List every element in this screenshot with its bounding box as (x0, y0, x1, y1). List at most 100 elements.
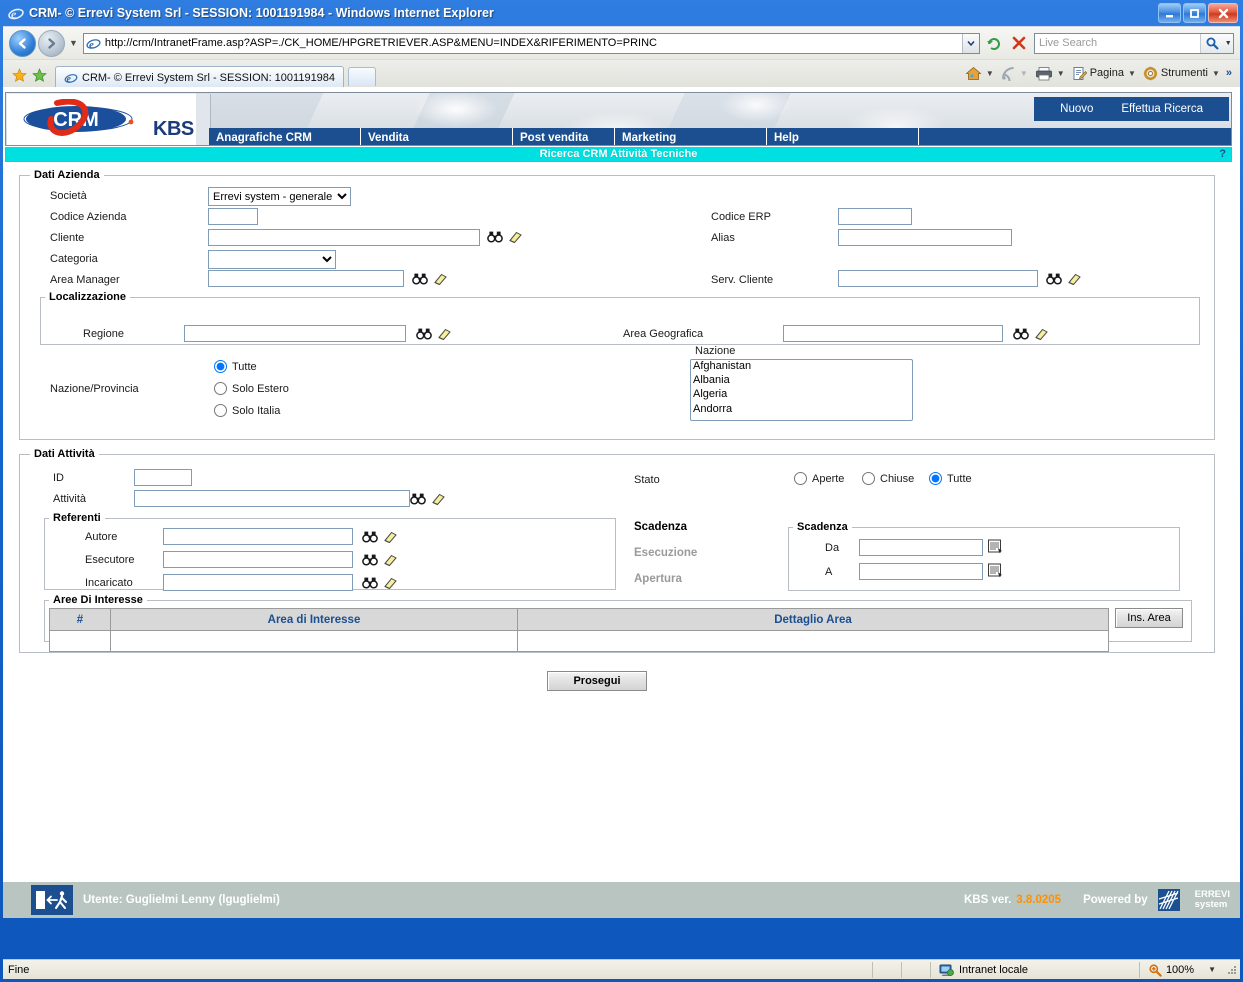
help-icon[interactable]: ? (1219, 148, 1226, 160)
autore-search-icon[interactable] (362, 530, 378, 544)
autore-erase-icon[interactable] (382, 530, 398, 544)
browser-tab[interactable]: e CRM- © Errevi System Srl - SESSION: 10… (55, 66, 345, 88)
tools-dropdown-icon[interactable]: ▼ (1212, 69, 1220, 78)
menu-item-anagrafiche-crm[interactable]: Anagrafiche CRM (209, 128, 361, 145)
attivita-search-icon[interactable] (410, 492, 426, 506)
serv-cliente-input[interactable] (838, 270, 1038, 287)
incaricato-input[interactable] (163, 574, 353, 591)
area-manager-erase-icon[interactable] (432, 272, 448, 286)
societa-select[interactable]: Errevi system - generale (208, 187, 351, 206)
radio-nazione-solo-estero[interactable]: Solo Estero (214, 382, 289, 395)
maximize-icon[interactable] (1183, 3, 1206, 23)
zoom-dropdown-icon[interactable]: ▼ (1208, 965, 1216, 974)
scadenza-a-calendar-icon[interactable] (987, 562, 1002, 578)
area-geografica-erase-icon[interactable] (1033, 327, 1049, 341)
menu-item-help[interactable]: Help (767, 128, 919, 145)
stop-button[interactable] (1008, 32, 1030, 54)
nuovo-button[interactable]: Nuovo (1046, 103, 1107, 115)
home-button[interactable]: ▼ (965, 66, 994, 81)
print-button[interactable]: ▼ (1035, 66, 1065, 81)
date-mode-esecuzione[interactable]: Esecuzione (634, 547, 697, 559)
overflow-chevron-icon[interactable]: » (1226, 67, 1232, 79)
search-input[interactable] (1035, 33, 1201, 53)
minimize-icon[interactable] (1158, 3, 1181, 23)
cliente-input[interactable] (208, 229, 480, 246)
print-dropdown-icon[interactable]: ▼ (1057, 69, 1065, 78)
autore-input[interactable] (163, 528, 353, 545)
codice-azienda-input[interactable] (208, 208, 258, 225)
new-tab-button[interactable] (348, 67, 377, 86)
date-mode-scadenza[interactable]: Scadenza (634, 521, 687, 533)
resize-grip-icon[interactable] (1226, 964, 1238, 976)
categoria-select[interactable] (208, 250, 336, 269)
back-button[interactable] (9, 29, 36, 57)
address-bar[interactable]: e http://crm/IntranetFrame.asp?ASP=./CK_… (82, 32, 980, 54)
table-row[interactable] (49, 630, 1109, 652)
regione-input[interactable] (184, 325, 406, 342)
radio-stato-chiuse[interactable]: Chiuse (862, 472, 914, 485)
area-geografica-input[interactable] (783, 325, 1003, 342)
prosegui-button[interactable]: Prosegui (547, 671, 647, 691)
incaricato-erase-icon[interactable] (382, 576, 398, 590)
page-dropdown-icon[interactable]: ▼ (1128, 69, 1136, 78)
radio-nazione-tutte-input[interactable] (214, 360, 227, 373)
date-mode-apertura[interactable]: Apertura (634, 573, 682, 585)
attivita-input[interactable] (134, 490, 410, 507)
radio-nazione-solo-italia-input[interactable] (214, 404, 227, 417)
codice-erp-input[interactable] (838, 208, 912, 225)
refresh-button[interactable] (983, 32, 1005, 54)
serv-cliente-search-icon[interactable] (1046, 272, 1062, 286)
history-dropdown-icon[interactable]: ▼ (69, 38, 78, 48)
ins-area-button[interactable]: Ins. Area (1115, 608, 1183, 628)
radio-nazione-solo-estero-input[interactable] (214, 382, 227, 395)
cliente-erase-icon[interactable] (507, 230, 523, 244)
menu-item-vendita[interactable]: Vendita (361, 128, 513, 145)
regione-erase-icon[interactable] (436, 327, 452, 341)
nazione-listbox[interactable]: Afghanistan Albania Algeria Andorra (690, 359, 913, 421)
radio-stato-tutte-input[interactable] (929, 472, 942, 485)
esecutore-input[interactable] (163, 551, 353, 568)
search-icon[interactable] (1200, 33, 1224, 53)
attivita-erase-icon[interactable] (430, 492, 446, 506)
zoom-control[interactable]: 100% ▼ (1140, 963, 1240, 977)
home-dropdown-icon[interactable]: ▼ (986, 69, 994, 78)
area-geografica-search-icon[interactable] (1013, 327, 1029, 341)
cliente-search-icon[interactable] (487, 230, 503, 244)
footer-version-number: 3.8.0205 (1016, 894, 1062, 906)
esecutore-erase-icon[interactable] (382, 553, 398, 567)
regione-search-icon[interactable] (416, 327, 432, 341)
serv-cliente-erase-icon[interactable] (1066, 272, 1082, 286)
menu-item-marketing[interactable]: Marketing (615, 128, 767, 145)
radio-stato-chiuse-input[interactable] (862, 472, 875, 485)
menu-item-post-vendita[interactable]: Post vendita (513, 128, 615, 145)
referenti-legend: Referenti (53, 512, 101, 524)
scadenza-da-calendar-icon[interactable] (987, 538, 1002, 554)
radio-stato-aperte-input[interactable] (794, 472, 807, 485)
logout-icon[interactable] (31, 885, 73, 915)
radio-stato-tutte[interactable]: Tutte (929, 472, 972, 485)
page-menu-button[interactable]: Pagina ▼ (1072, 66, 1136, 81)
alias-input[interactable] (838, 229, 1012, 246)
footer-powered-by: Powered by (1083, 894, 1148, 906)
effettua-ricerca-button[interactable]: Effettua Ricerca (1107, 103, 1217, 115)
favorites-icon[interactable] (9, 65, 29, 85)
scadenza-da-input[interactable] (859, 539, 983, 556)
search-box[interactable]: ▼ (1034, 32, 1234, 54)
forward-button[interactable] (38, 29, 65, 57)
search-dropdown-icon[interactable]: ▼ (1223, 33, 1233, 53)
add-to-favorites-icon[interactable] (29, 65, 49, 85)
radio-nazione-solo-italia[interactable]: Solo Italia (214, 404, 280, 417)
radio-nazione-tutte[interactable]: Tutte (214, 360, 257, 373)
esecutore-search-icon[interactable] (362, 553, 378, 567)
radio-stato-aperte[interactable]: Aperte (794, 472, 844, 485)
area-manager-input[interactable] (208, 270, 404, 287)
tools-menu-button[interactable]: Strumenti ▼ (1143, 66, 1220, 81)
scadenza-a-input[interactable] (859, 563, 983, 580)
security-zone[interactable]: Intranet locale (931, 963, 1139, 977)
feeds-button[interactable]: ▼ (1001, 66, 1028, 81)
close-icon[interactable] (1208, 3, 1238, 23)
area-manager-search-icon[interactable] (412, 272, 428, 286)
address-dropdown-icon[interactable] (962, 33, 979, 53)
incaricato-search-icon[interactable] (362, 576, 378, 590)
id-input[interactable] (134, 469, 192, 486)
